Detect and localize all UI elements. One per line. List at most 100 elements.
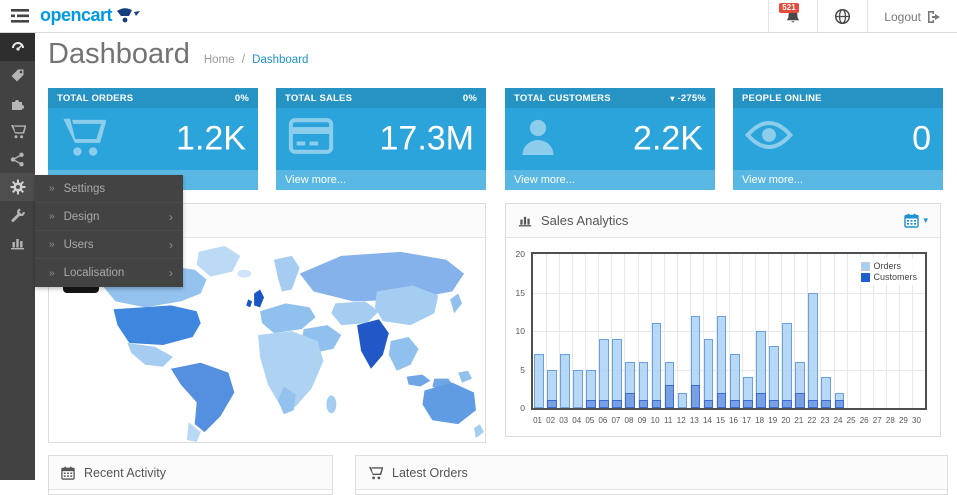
menu-toggle-button[interactable]: [9, 6, 33, 26]
indent-menu-icon: [9, 6, 31, 26]
tile-title: TOTAL SALES: [285, 93, 352, 104]
user-icon: [517, 116, 559, 158]
logout-button[interactable]: Logout: [867, 0, 957, 33]
submenu-item-users[interactable]: » Users ›: [35, 231, 183, 259]
globe-icon: [834, 8, 851, 25]
x-tick-label: 25: [845, 416, 858, 425]
shopping-cart-icon: [10, 124, 26, 139]
bar-orders-19: [769, 346, 779, 408]
x-tick-label: 13: [688, 416, 701, 425]
sidebar-item-reports[interactable]: [0, 229, 35, 257]
share-nodes-icon: [10, 152, 25, 167]
logout-label: Logout: [884, 10, 921, 24]
sidebar-item-catalog[interactable]: [0, 61, 35, 89]
x-tick-label: 03: [557, 416, 570, 425]
bar-customers-06: [599, 400, 609, 408]
bar-orders-03: [560, 354, 570, 408]
bar-customers-16: [730, 400, 740, 408]
logout-icon: [927, 10, 941, 24]
view-more-link[interactable]: View more...: [505, 170, 715, 190]
sidebar-item-system[interactable]: [0, 173, 35, 201]
legend-swatch-customers: [861, 273, 870, 282]
bar-chart-icon: [10, 236, 25, 250]
x-tick-label: 26: [858, 416, 871, 425]
latest-orders-header: Latest Orders: [356, 456, 947, 490]
x-tick-label: 11: [662, 416, 675, 425]
bar-orders-07: [612, 339, 622, 408]
shopping-cart-icon: [368, 466, 383, 480]
submenu-item-settings[interactable]: » Settings: [35, 175, 183, 203]
x-tick-label: 19: [766, 416, 779, 425]
bar-customers-07: [612, 400, 622, 408]
x-tick-label: 21: [792, 416, 805, 425]
breadcrumb-separator: /: [242, 54, 245, 66]
sales-analytics-title: Sales Analytics: [541, 213, 628, 228]
chart-x-axis: 0102030405060708091011121314151617181920…: [531, 416, 927, 428]
recent-activity-panel: Recent Activity: [48, 455, 333, 495]
eye-icon: [745, 116, 793, 154]
date-range-dropdown[interactable]: ▾: [904, 213, 928, 228]
breadcrumb-home-link[interactable]: Home: [204, 54, 235, 66]
x-tick-label: 04: [570, 416, 583, 425]
gridline: [533, 331, 925, 332]
tile-value: 1.2K: [176, 120, 246, 159]
x-tick-label: 18: [753, 416, 766, 425]
tile-percent: 0%: [463, 93, 477, 104]
sales-chart: 20151050 Orders Customers 01020304050607…: [506, 238, 940, 438]
notifications-button[interactable]: 521: [768, 0, 817, 33]
gear-icon: [10, 179, 26, 195]
legend-label-orders: Orders: [873, 261, 901, 271]
top-header: opencart 521 Logout: [0, 0, 957, 33]
logo-text: opencart: [40, 5, 112, 26]
tile-title: TOTAL CUSTOMERS: [514, 93, 611, 104]
sidebar-item-tools[interactable]: [0, 201, 35, 229]
caret-down-icon: ▾: [923, 215, 928, 226]
submenu-label: Design: [64, 211, 100, 223]
x-tick-label: 29: [897, 416, 910, 425]
bar-orders-12: [678, 393, 688, 408]
opencart-logo[interactable]: opencart: [40, 5, 142, 26]
sidebar-item-sales[interactable]: [0, 117, 35, 145]
tile-value: 0: [912, 120, 931, 159]
breadcrumb-current-link[interactable]: Dashboard: [252, 54, 308, 66]
bar-customers-13: [691, 385, 701, 408]
language-button[interactable]: [817, 0, 867, 33]
submenu-item-design[interactable]: » Design ›: [35, 203, 183, 231]
sidebar-nav: [0, 33, 35, 480]
tile-people-online: PEOPLE ONLINE 0 View more...: [733, 88, 943, 190]
x-tick-label: 17: [740, 416, 753, 425]
chevron-right-icon: ›: [169, 266, 173, 280]
double-angle-icon: »: [49, 211, 55, 222]
cart-tile-icon: [60, 116, 106, 158]
x-tick-label: 20: [779, 416, 792, 425]
bar-customers-02: [547, 400, 557, 408]
x-tick-label: 07: [609, 416, 622, 425]
y-tick-label: 15: [516, 288, 525, 298]
x-tick-label: 05: [583, 416, 596, 425]
bar-customers-20: [782, 400, 792, 408]
x-tick-label: 12: [675, 416, 688, 425]
sales-analytics-panel: Sales Analytics ▾ 20151050 Orders: [505, 203, 941, 437]
tile-value: 2.2K: [633, 120, 703, 159]
sidebar-item-dashboard[interactable]: [0, 33, 35, 61]
bar-orders-20: [782, 323, 792, 408]
x-tick-label: 28: [884, 416, 897, 425]
double-angle-icon: »: [49, 268, 55, 279]
system-submenu: » Settings » Design › » Users › » Locali…: [35, 175, 183, 287]
tile-total-customers: TOTAL CUSTOMERS ▾-275% 2.2K View more...: [505, 88, 715, 190]
sales-analytics-header: Sales Analytics ▾: [506, 204, 940, 238]
tile-percent: ▾-275%: [670, 93, 706, 104]
sidebar-item-marketing[interactable]: [0, 145, 35, 173]
bar-orders-14: [704, 339, 714, 408]
legend-label-customers: Customers: [873, 272, 917, 282]
bar-orders-04: [573, 370, 583, 409]
bar-orders-01: [534, 354, 544, 408]
x-tick-label: 02: [544, 416, 557, 425]
view-more-link[interactable]: View more...: [733, 170, 943, 190]
page-title: Dashboard: [48, 38, 190, 71]
submenu-item-localisation[interactable]: » Localisation ›: [35, 259, 183, 287]
view-more-link[interactable]: View more...: [276, 170, 486, 190]
latest-orders-title: Latest Orders: [392, 466, 468, 480]
calendar-icon: [904, 213, 919, 228]
sidebar-item-extensions[interactable]: [0, 89, 35, 117]
